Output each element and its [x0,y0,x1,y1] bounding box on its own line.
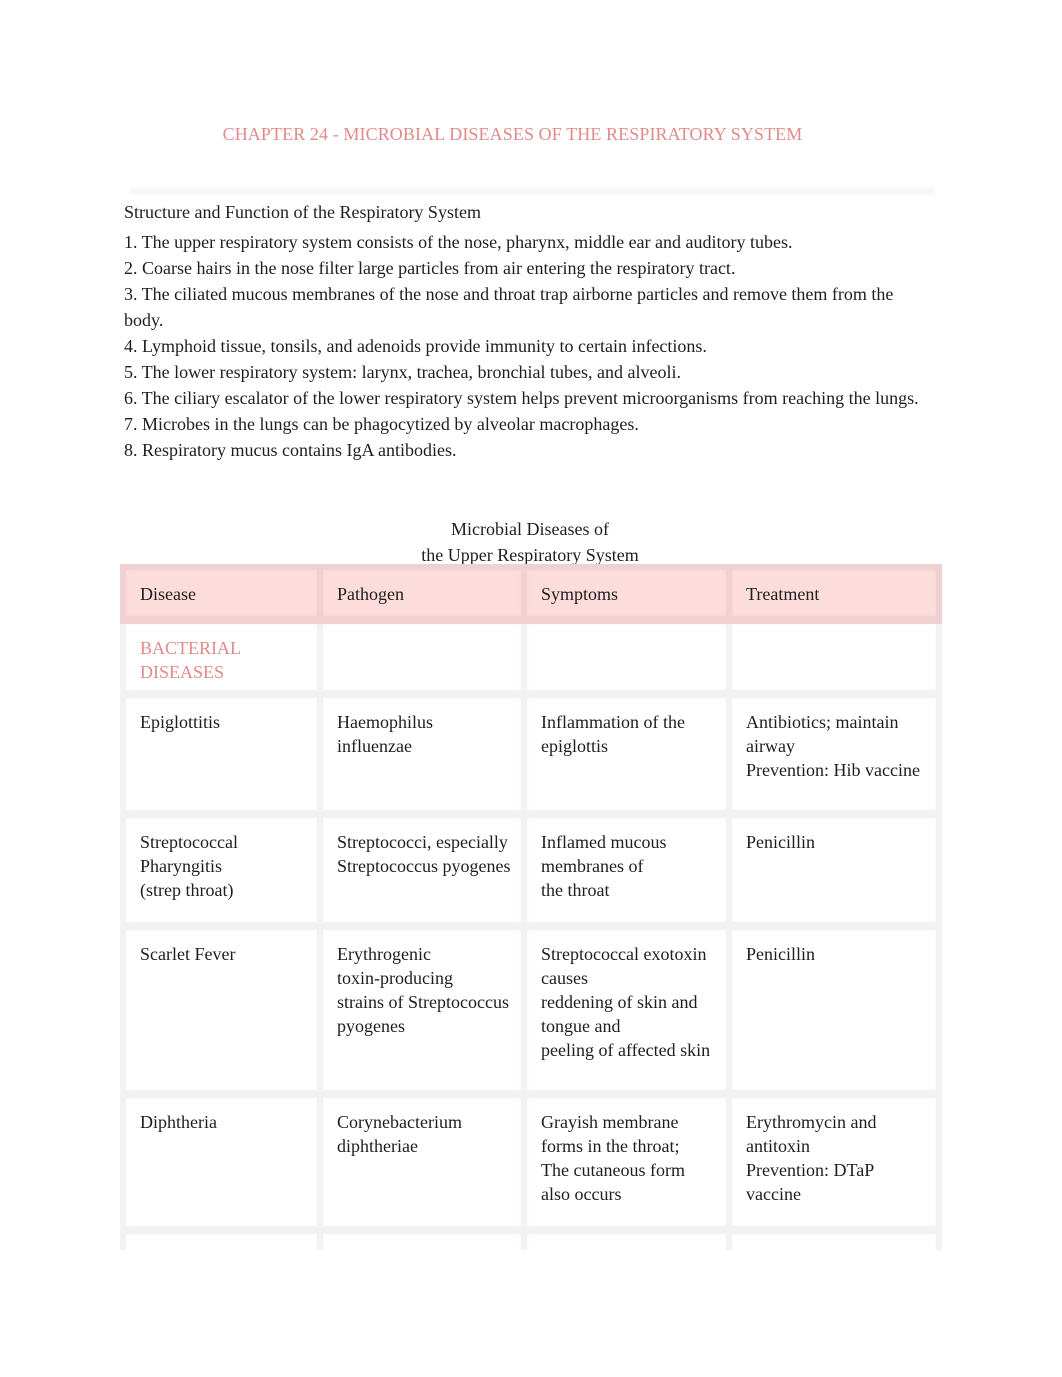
diseases-table-container: Disease Pathogen Symptoms Treatment BACT… [120,564,942,1250]
empty-cell [732,624,942,698]
cell-symptoms: Accumulations of pus [527,1234,732,1250]
table-row: Streptococcal Pharyngitis (strep throat) St… [120,818,942,930]
table-row: Otitis Media Several agents, Accumulations… [120,1234,942,1250]
header-symptoms: Symptoms [527,564,732,624]
section-heading: Structure and Function of the Respirator… [116,198,511,227]
pathogen-text-line: Streptococci, especially [337,832,508,852]
treatment-text-line: Antibiotics; maintain [746,712,899,732]
header-disease: Disease [120,564,323,624]
pathogen-text-line: influenzae [337,736,412,756]
symptoms-text-line: Streptococcal exotoxin [541,944,707,964]
key-point: 2. Coarse hairs in the nose filter large… [124,258,736,278]
table-title: Microbial Diseases of the Upper Respirat… [0,516,1060,568]
table-row: Scarlet Fever Erythrogenic toxin-producing… [120,930,942,1098]
treatment-text-line: Prevention: DTaP [746,1160,875,1180]
symptoms-text-line: causes [541,968,588,988]
empty-cell [527,624,732,698]
section-heading-text: Structure and Function of the Respirator… [124,202,481,222]
symptoms-text-line: Grayish membrane [541,1112,679,1132]
category-label-line: DISEASES [140,662,225,682]
pathogen-text-line: pyogenes [337,1016,405,1036]
table-row: Epiglottitis Haemophilus influenzae Inflamm… [120,698,942,818]
key-point: 6. The ciliary escalator of the lower re… [124,388,919,408]
cell-symptoms: Grayish membrane forms in the throat; The … [527,1098,732,1234]
key-points-list: 1. The upper respiratory system consists… [124,229,934,463]
cell-pathogen: Streptococci, especially Streptococcus py… [323,818,527,930]
cell-pathogen: Haemophilus influenzae [323,698,527,818]
treatment-text-line: Broad-spectrum [746,1246,926,1250]
pathogen-text-line: strains of Streptococcus [337,992,509,1012]
treatment-text-line: Erythromycin and [746,1112,877,1132]
pathogen-text-line: Haemophilus [337,712,433,732]
cell-treatment: Erythromycin and antitoxin Prevention: DTa… [732,1098,942,1234]
cell-disease: Diphtheria [120,1098,323,1234]
table-row: Diphtheria Corynebacterium diphtheriae Gray… [120,1098,942,1234]
pathogen-text-line: Streptococcus pyogenes [337,856,511,876]
category-label: BACTERIAL DISEASES [120,624,323,698]
symptoms-text-line: membranes of [541,856,644,876]
treatment-text-line: Penicillin [746,944,815,964]
pathogen-text-line: Corynebacterium [337,1112,462,1132]
cell-disease: Scarlet Fever [120,930,323,1098]
cell-disease: Streptococcal Pharyngitis (strep throat) [120,818,323,930]
cell-treatment: Antibiotics; maintain airway Prevention: H… [732,698,942,818]
treatment-text-line: Penicillin [746,832,815,852]
table-header-row: Disease Pathogen Symptoms Treatment [120,564,942,624]
disease-text-line: Streptococcal [140,832,238,852]
symptoms-text-line: tongue and [541,1016,621,1036]
key-point: 1. The upper respiratory system consists… [124,232,793,252]
section-divider [130,186,935,196]
treatment-text-line: vaccine [746,1184,801,1204]
disease-text-line: (strep throat) [140,880,234,900]
category-label-line: BACTERIAL [140,638,241,658]
pathogen-text-line: diphtheriae [337,1136,418,1156]
symptoms-text-line: Accumulations of pus [541,1246,716,1250]
key-point: 7. Microbes in the lungs can be phagocyt… [124,414,639,434]
pathogen-text-line: Several agents, [337,1246,511,1250]
symptoms-text-line: peeling of affected skin [541,1040,711,1060]
key-point: 3. The ciliated mucous membranes of the … [124,284,894,330]
cell-symptoms: Streptococcal exotoxin causes reddening of… [527,930,732,1098]
treatment-text-line: airway [746,736,795,756]
symptoms-text-line: Inflammation of the [541,712,685,732]
pathogen-text-line: Erythrogenic [337,944,431,964]
key-point: 5. The lower respiratory system: larynx,… [124,362,681,382]
symptoms-text-line: Inflamed mucous [541,832,667,852]
cell-pathogen: Corynebacterium diphtheriae [323,1098,527,1234]
disease-text-line: Scarlet Fever [140,944,236,964]
treatment-text-line: Prevention: Hib vaccine [746,760,920,780]
cell-treatment: Broad-spectrum [732,1234,942,1250]
cell-pathogen: Several agents, [323,1234,527,1250]
disease-text-line: Diphtheria [140,1112,217,1132]
cell-disease: Otitis Media [120,1234,323,1250]
cell-pathogen: Erythrogenic toxin-producing strains of St… [323,930,527,1098]
diseases-table: Disease Pathogen Symptoms Treatment BACT… [120,564,942,1250]
disease-text-line: Otitis Media [140,1246,307,1250]
table-title-line1: Microbial Diseases of [451,519,609,539]
header-pathogen: Pathogen [323,564,527,624]
symptoms-text-line: epiglottis [541,736,608,756]
key-point: 8. Respiratory mucus contains IgA antibo… [124,440,457,460]
symptoms-text-line: the throat [541,880,610,900]
key-point: 4. Lymphoid tissue, tonsils, and adenoid… [124,336,707,356]
cell-symptoms: Inflammation of the epiglottis [527,698,732,818]
cell-treatment: Penicillin [732,818,942,930]
header-treatment: Treatment [732,564,942,624]
category-row: BACTERIAL DISEASES [120,624,942,698]
empty-cell [323,624,527,698]
treatment-text-line: antitoxin [746,1136,810,1156]
chapter-title: CHAPTER 24 - MICROBIAL DISEASES OF THE R… [222,124,803,144]
pathogen-text-line: toxin-producing [337,968,453,988]
cell-treatment: Penicillin [732,930,942,1098]
symptoms-text-line: also occurs [541,1184,622,1204]
symptoms-text-line: The cutaneous form [541,1160,685,1180]
symptoms-text-line: reddening of skin and [541,992,698,1012]
symptoms-text-line: forms in the throat; [541,1136,680,1156]
cell-disease: Epiglottitis [120,698,323,818]
cell-symptoms: Inflamed mucous membranes of the throat [527,818,732,930]
disease-text-line: Epiglottitis [140,712,221,732]
disease-text-line: Pharyngitis [140,856,223,876]
